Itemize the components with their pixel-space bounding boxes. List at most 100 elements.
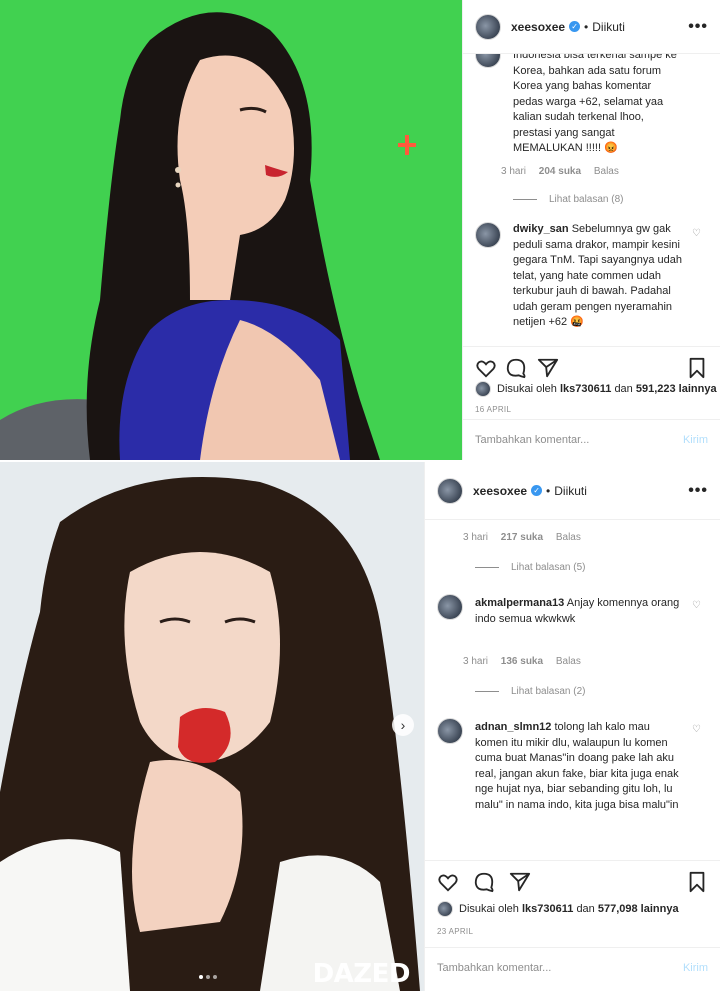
comment-likes[interactable]: 217 suka <box>501 532 543 543</box>
replies-line <box>475 567 499 568</box>
replies-line <box>513 199 537 200</box>
reply-button[interactable]: Balas <box>556 656 581 667</box>
post-actions: Disukai oleh lks730611 dan 591,223 lainn… <box>463 346 720 460</box>
liked-by-and: dan <box>614 383 633 395</box>
liked-by-user[interactable]: lks730611 <box>522 903 573 915</box>
comment-item: akmalpermana13 Anjay komennya orang indo… <box>437 594 708 654</box>
liker-avatar[interactable] <box>437 901 453 917</box>
comment-meta: 3 hari 136 suka Balas <box>463 656 591 667</box>
view-replies-button[interactable]: Lihat balasan (8) <box>513 194 624 205</box>
verified-icon: ✓ <box>569 21 581 32</box>
separator-dot: • <box>584 19 589 34</box>
comment-body: dwiky_san Sebelumnya gw gak peduli sama … <box>513 222 684 331</box>
verified-icon: ✓ <box>531 485 543 496</box>
action-icons <box>475 357 708 379</box>
instagram-post-2: › DAZED xeesoxee ✓ • Diikuti ••• 3 hari … <box>0 462 720 991</box>
add-comment-input[interactable]: Tambahkan komentar... <box>475 434 589 446</box>
comment-item: dwiky_san Sebelumnya gw gak peduli sama … <box>475 222 708 342</box>
like-heart-icon[interactable] <box>437 871 459 893</box>
post-date[interactable]: 23 APRIL <box>437 927 473 936</box>
liked-by-and: dan <box>576 903 595 915</box>
like-heart-icon[interactable] <box>475 357 497 379</box>
dazed-watermark: DAZED <box>312 959 411 989</box>
send-button[interactable]: Kirim <box>683 434 708 446</box>
post-actions: Disukai oleh lks730611 dan 577,098 lainn… <box>425 860 720 991</box>
comment-body: adnan_slmn12 tolong lah kalo mau komen i… <box>475 720 684 813</box>
carousel-dot <box>206 975 210 979</box>
next-photo-button[interactable]: › <box>392 714 414 736</box>
comment-item: adnan_slmn12 tolong lah kalo mau komen i… <box>437 718 708 860</box>
post-side-panel: xeesoxee ✓ • Diikuti ••• 3 hari 217 suka… <box>424 462 720 991</box>
comment-icon[interactable] <box>473 871 495 893</box>
commenter-avatar[interactable] <box>475 54 501 68</box>
carousel-dot-active <box>199 975 203 979</box>
comments-list[interactable]: 3 hari 217 suka Balas Lihat balasan (5) … <box>425 520 720 860</box>
commenter-username[interactable]: adnan_slmn12 <box>475 721 551 733</box>
post-photo-dazed[interactable]: › DAZED <box>0 462 424 991</box>
carousel-dots <box>199 975 217 979</box>
comment-item: Indonesia bisa terkenal sampe ke Korea, … <box>475 54 708 182</box>
view-replies-label: Lihat balasan (8) <box>549 194 624 205</box>
portrait-illustration <box>0 0 462 460</box>
post-photo-green-screen[interactable] <box>0 0 462 460</box>
view-replies-button[interactable]: Lihat balasan (5) <box>475 562 586 573</box>
commenter-avatar[interactable] <box>437 718 463 744</box>
liked-count[interactable]: 577,098 lainnya <box>598 903 679 915</box>
comments-list[interactable]: Indonesia bisa terkenal sampe ke Korea, … <box>463 54 720 346</box>
comment-body: akmalpermana13 Anjay komennya orang indo… <box>475 596 684 627</box>
like-comment-icon[interactable]: ♡ <box>692 724 702 735</box>
save-bookmark-icon[interactable] <box>686 357 708 379</box>
replies-line <box>475 691 499 692</box>
action-icons <box>437 871 708 893</box>
commenter-avatar[interactable] <box>475 222 501 248</box>
comment-text: Sebelumnya gw gak peduli sama drakor, ma… <box>513 223 682 328</box>
like-comment-icon[interactable]: ♡ <box>692 600 702 611</box>
liked-by: Disukai oleh lks730611 dan 591,223 lainn… <box>475 381 717 397</box>
commenter-username[interactable]: akmalpermana13 <box>475 597 564 609</box>
commenter-avatar[interactable] <box>437 594 463 620</box>
share-icon[interactable] <box>537 357 559 379</box>
liked-by: Disukai oleh lks730611 dan 577,098 lainn… <box>437 901 679 917</box>
liked-count[interactable]: 591,223 lainnya <box>636 383 717 395</box>
view-replies-label: Lihat balasan (5) <box>511 562 586 573</box>
post-header: xeesoxee ✓ • Diikuti ••• <box>463 0 720 54</box>
comment-likes[interactable]: 136 suka <box>501 656 543 667</box>
save-bookmark-icon[interactable] <box>686 871 708 893</box>
comment-time: 3 hari <box>463 532 489 543</box>
reply-button[interactable]: Balas <box>556 532 581 543</box>
comment-time: 3 hari <box>501 166 527 177</box>
author-username[interactable]: xeesoxee <box>511 20 565 34</box>
reply-button[interactable]: Balas <box>594 166 619 177</box>
author-avatar[interactable] <box>475 13 501 40</box>
comment-text: Indonesia bisa terkenal sampe ke Korea, … <box>513 54 677 154</box>
liked-by-user[interactable]: lks730611 <box>560 383 611 395</box>
follow-button[interactable]: Diikuti <box>592 20 625 34</box>
comment-meta: 3 hari 217 suka Balas <box>463 532 591 543</box>
add-comment-bar: Tambahkan komentar... Kirim <box>463 419 720 460</box>
follow-button[interactable]: Diikuti <box>554 484 587 498</box>
more-options-icon[interactable]: ••• <box>688 482 708 500</box>
liked-by-prefix: Disukai oleh <box>459 903 519 915</box>
carousel-dot <box>213 975 217 979</box>
add-comment-input[interactable]: Tambahkan komentar... <box>437 962 551 974</box>
author-avatar[interactable] <box>437 477 463 504</box>
view-replies-button[interactable]: Lihat balasan (2) <box>475 686 586 697</box>
add-comment-bar: Tambahkan komentar... Kirim <box>425 947 720 991</box>
instagram-post-1: xeesoxee ✓ • Diikuti ••• Indonesia bisa … <box>0 0 720 460</box>
portrait-illustration <box>0 462 424 991</box>
liker-avatar[interactable] <box>475 381 491 397</box>
comment-text: tolong lah kalo mau komen itu mikir dlu,… <box>475 721 679 811</box>
comment-meta: 3 hari 204 suka Balas <box>501 166 629 177</box>
commenter-username[interactable]: dwiky_san <box>513 223 569 235</box>
share-icon[interactable] <box>509 871 531 893</box>
post-header: xeesoxee ✓ • Diikuti ••• <box>425 462 720 520</box>
author-username[interactable]: xeesoxee <box>473 484 527 498</box>
liked-by-prefix: Disukai oleh <box>497 383 557 395</box>
send-button[interactable]: Kirim <box>683 962 708 974</box>
more-options-icon[interactable]: ••• <box>688 18 708 36</box>
comment-icon[interactable] <box>505 357 527 379</box>
post-date[interactable]: 16 APRIL <box>475 405 511 414</box>
like-comment-icon[interactable]: ♡ <box>692 228 702 239</box>
comment-likes[interactable]: 204 suka <box>539 166 581 177</box>
separator-dot: • <box>546 483 551 498</box>
